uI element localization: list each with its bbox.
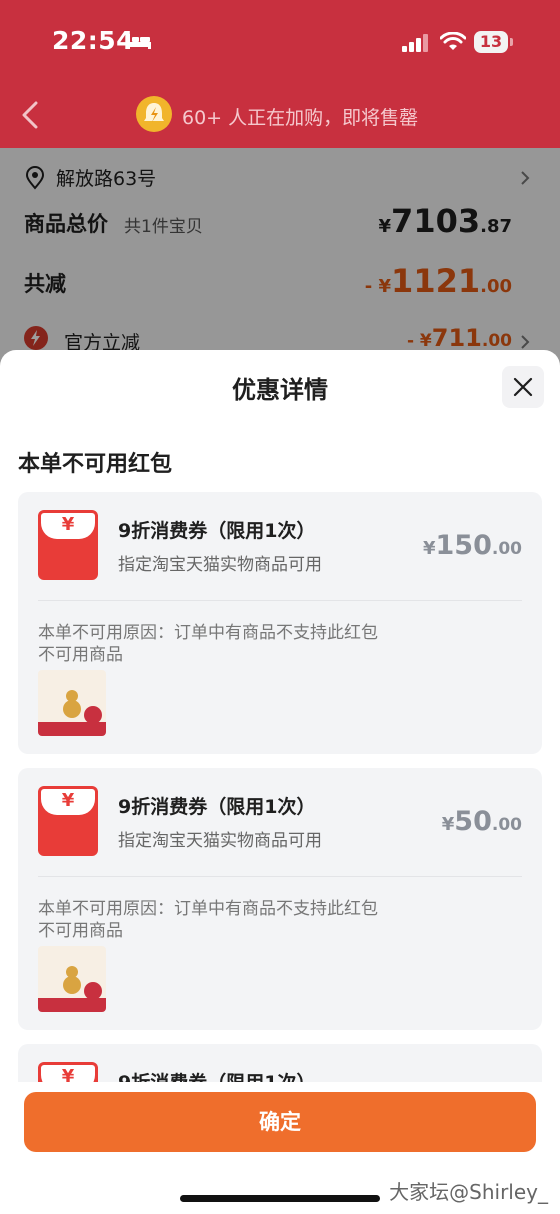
coupon-list[interactable]: ¥ 9折消费券（限用1次） 指定淘宝天猫实物商品可用 ¥150.00 本单不可用…: [18, 492, 542, 1082]
status-time: 22:54: [52, 26, 135, 55]
coupon-amount: ¥150.00: [422, 530, 522, 561]
product-thumbnail[interactable]: [38, 670, 106, 736]
close-button[interactable]: [502, 366, 544, 408]
unavailable-section-title: 本单不可用红包: [18, 452, 173, 477]
wifi-icon: [440, 32, 466, 50]
divider: [38, 876, 522, 877]
back-arrow-icon[interactable]: [20, 100, 40, 130]
coupon-card: ¥ 9折消费券（限用1次） 指定淘宝天猫实物商品可用 ¥150.00 本单不可用…: [18, 492, 542, 754]
coupon-title: 9折消费券（限用1次）: [118, 796, 316, 818]
coupon-subtitle: 指定淘宝天猫实物商品可用: [118, 831, 322, 851]
discount-details-sheet: 优惠详情 本单不可用红包 ¥ 9折消费券（限用1次） 指定淘宝天猫实物商品可用 …: [0, 350, 560, 1214]
unavailable-items-label: 不可用商品: [38, 645, 123, 665]
coupon-title: 9折消费券（限用1次）: [118, 520, 316, 542]
red-packet-icon: ¥: [38, 786, 98, 856]
close-icon: [513, 377, 533, 397]
hot-selling-text: 60+ 人正在加购，即将售罄: [182, 107, 419, 129]
coupon-card: ¥ 9折消费券（限用1次） 指定淘宝天猫实物商品可用 ¥50.00 本单不可用原…: [18, 768, 542, 1030]
unavailable-items-label: 不可用商品: [38, 921, 123, 941]
status-bar: 22:54 13: [0, 22, 560, 62]
product-thumbnail[interactable]: [38, 946, 106, 1012]
battery-tip: [510, 38, 513, 46]
red-packet-icon: ¥: [38, 1062, 98, 1082]
top-header: 22:54 13 60+ 人正在加购，即将售罄: [0, 0, 560, 148]
battery-level: 13: [474, 31, 508, 53]
sleep-focus-icon: [127, 34, 151, 49]
sheet-title: 优惠详情: [232, 376, 328, 404]
coupon-amount: ¥50.00: [441, 806, 522, 837]
watermark-text: 大家坛@Shirley_: [389, 1180, 548, 1204]
modal-overlay[interactable]: [0, 148, 560, 378]
coupon-card: ¥ 9折消费券（限用1次）: [18, 1044, 542, 1082]
divider: [38, 600, 522, 601]
coupon-title: 9折消费券（限用1次）: [118, 1068, 315, 1082]
flash-bell-icon: [136, 96, 172, 132]
home-indicator[interactable]: [180, 1195, 380, 1202]
cellular-signal-icon: [402, 34, 428, 52]
red-packet-icon: ¥: [38, 510, 98, 580]
coupon-subtitle: 指定淘宝天猫实物商品可用: [118, 555, 322, 575]
confirm-button[interactable]: 确定: [24, 1092, 536, 1152]
